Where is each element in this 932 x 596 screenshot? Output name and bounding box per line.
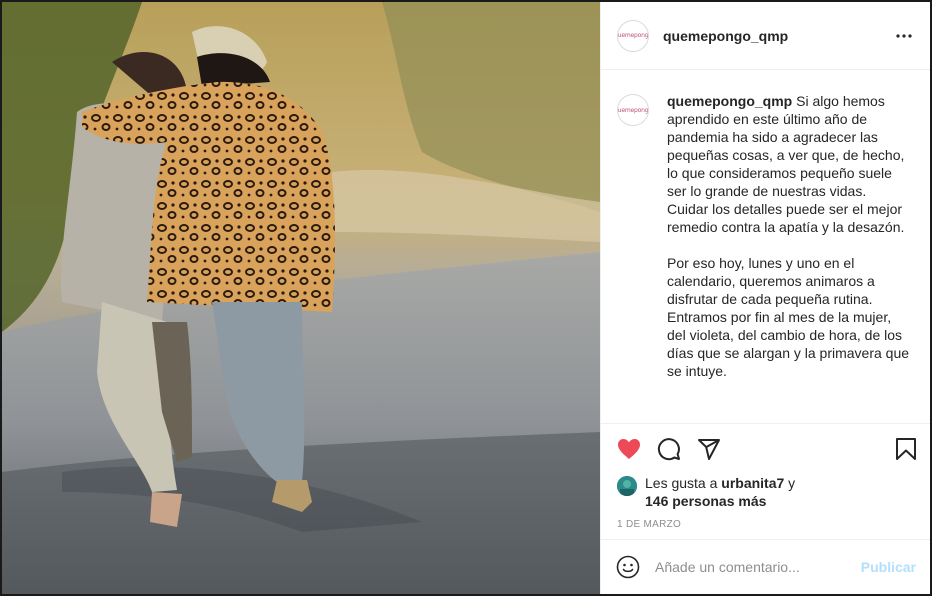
post-date[interactable]: 1 DE MARZO xyxy=(601,510,930,540)
save-button[interactable] xyxy=(892,435,920,463)
profile-username[interactable]: quemepongo_qmp xyxy=(663,28,892,44)
likes-middle: y xyxy=(784,475,796,491)
likes-count-link[interactable]: 146 personas más xyxy=(645,493,766,509)
send-icon xyxy=(698,439,720,460)
post-header: quemepongo quemepongo_qmp xyxy=(601,2,930,70)
likes-text: Les gusta a urbanita7 y 146 personas más xyxy=(645,474,795,510)
more-horizontal-icon[interactable] xyxy=(892,24,916,48)
heart-filled-icon xyxy=(618,439,640,459)
comment-input[interactable] xyxy=(655,559,861,575)
likes-prefix: Les gusta a xyxy=(645,475,722,491)
comments-section: quemepongo quemepongo_qmp Si algo hemos … xyxy=(601,70,930,424)
liker-username[interactable]: urbanita7 xyxy=(721,475,784,491)
post-photo[interactable] xyxy=(2,2,600,594)
post-actions xyxy=(601,424,930,474)
post-side-panel: quemepongo quemepongo_qmp quemepongo que… xyxy=(600,2,930,594)
caption-username[interactable]: quemepongo_qmp xyxy=(667,93,792,109)
liker-avatar[interactable] xyxy=(617,476,637,496)
avatar-logo-text: quemepongo xyxy=(617,32,649,39)
share-button[interactable] xyxy=(695,435,723,463)
publish-button[interactable]: Publicar xyxy=(861,559,916,575)
post-caption: quemepongo quemepongo_qmp Si algo hemos … xyxy=(617,92,914,380)
avatar-logo-text: quemepongo xyxy=(617,106,649,114)
photo-illustration xyxy=(2,2,600,594)
profile-avatar[interactable]: quemepongo xyxy=(617,19,649,52)
likes-summary: Les gusta a urbanita7 y 146 personas más xyxy=(601,474,930,510)
instagram-post: quemepongo quemepongo_qmp quemepongo que… xyxy=(0,0,932,596)
comment-form: Publicar xyxy=(601,540,930,594)
comment-button[interactable] xyxy=(655,435,683,463)
bookmark-icon xyxy=(896,438,916,460)
comment-icon xyxy=(657,438,680,461)
caption-text-block: quemepongo_qmp Si algo hemos aprendido e… xyxy=(667,92,913,380)
emoji-icon xyxy=(616,555,640,579)
caption-avatar[interactable]: quemepongo xyxy=(617,94,649,126)
caption-body: Si algo hemos aprendido en este último a… xyxy=(667,93,910,379)
like-button[interactable] xyxy=(615,435,643,463)
emoji-button[interactable] xyxy=(615,554,641,580)
